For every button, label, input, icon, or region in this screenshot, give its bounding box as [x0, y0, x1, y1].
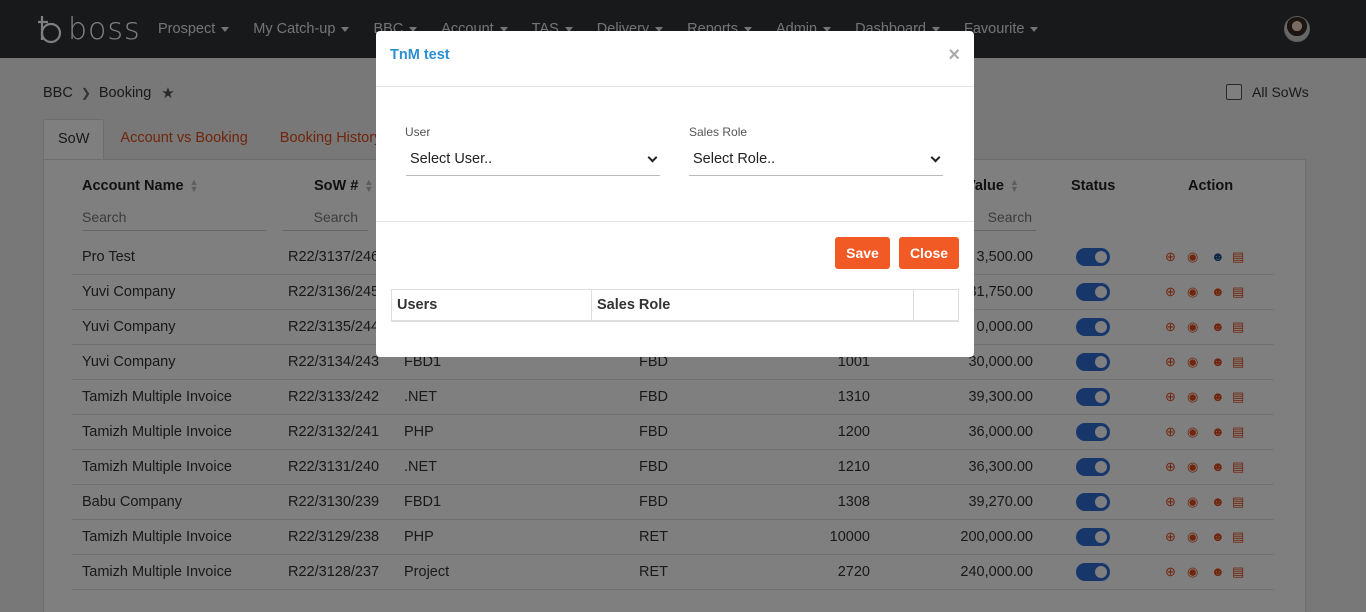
user-select-value: Select User..	[410, 151, 493, 167]
col-users: Users	[392, 290, 592, 321]
sales-role-label: Sales Role	[689, 125, 748, 139]
sales-role-select-value: Select Role..	[693, 151, 776, 167]
assigned-users-table: Users Sales Role	[391, 289, 959, 322]
sales-role-select[interactable]: Select Role..	[689, 147, 943, 176]
chevron-down-icon	[647, 152, 658, 163]
close-button[interactable]: Close	[899, 237, 959, 269]
modal-title: TnM test	[390, 47, 450, 63]
modal-header-divider	[376, 86, 974, 87]
close-icon[interactable]: ×	[948, 44, 960, 67]
chevron-down-icon	[930, 152, 941, 163]
col-actions	[914, 290, 958, 321]
modal-body-divider	[376, 221, 974, 222]
user-label: User	[405, 125, 431, 139]
save-button[interactable]: Save	[835, 237, 890, 269]
tnm-modal: TnM test × User Select User.. Sales Role…	[376, 31, 974, 357]
user-select[interactable]: Select User..	[406, 147, 660, 176]
col-sales-role: Sales Role	[592, 290, 914, 321]
